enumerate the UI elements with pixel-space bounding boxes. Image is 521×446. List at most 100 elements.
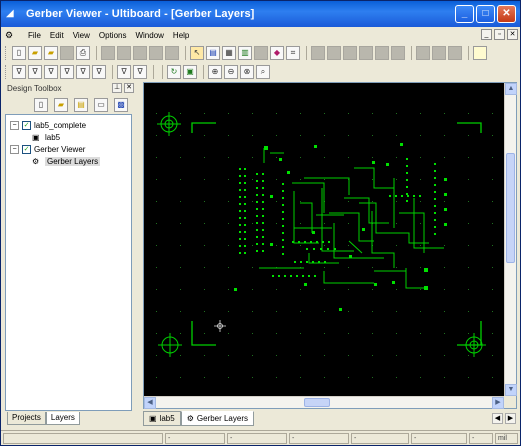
filter-pads-icon[interactable]: ∇ [28, 65, 42, 79]
align-icon[interactable] [416, 46, 430, 60]
filter-vias-icon[interactable]: ∇ [44, 65, 58, 79]
zoom-out-icon[interactable]: ⊖ [224, 65, 238, 79]
select-pointer-icon[interactable]: ↖ [190, 46, 204, 60]
align-icon[interactable] [327, 46, 341, 60]
filter-traces-icon[interactable]: ∇ [60, 65, 74, 79]
open-folder-icon[interactable]: ▰ [28, 46, 42, 60]
menu-options[interactable]: Options [99, 31, 127, 40]
document-tabs: ▣ lab5 ⚙ Gerber Layers [143, 411, 254, 426]
menu-edit[interactable]: Edit [50, 31, 64, 40]
properties-icon[interactable]: ▤ [74, 97, 88, 112]
frame-icon[interactable] [473, 46, 487, 60]
zoom-fit-icon[interactable]: ⊗ [240, 65, 254, 79]
menu-view[interactable]: View [73, 31, 90, 40]
export-icon[interactable]: ▩ [114, 97, 128, 112]
toolbox-close-button[interactable]: ✕ [124, 83, 134, 93]
tab-scroll-right-button[interactable]: ▶ [505, 413, 516, 424]
toolbar-grip[interactable] [5, 46, 8, 60]
refresh-icon[interactable]: ↻ [167, 65, 181, 79]
document-icon[interactable]: ⚙ [5, 29, 19, 41]
maximize-button[interactable]: □ [476, 5, 495, 23]
horizontal-scrollbar[interactable]: ◀ ▶ [144, 396, 504, 409]
minimize-button[interactable]: _ [455, 5, 474, 23]
app-window: ◢ Gerber Viewer - Ultiboard - [Gerber La… [0, 0, 521, 446]
open-design-icon[interactable]: ▰ [54, 97, 68, 112]
filter-copper-icon[interactable]: ∇ [76, 65, 90, 79]
align-icon[interactable] [359, 46, 373, 60]
toolbar-grip[interactable] [5, 65, 8, 79]
tab-layers[interactable]: Layers [45, 412, 80, 425]
tool-icon[interactable] [254, 46, 268, 60]
gerber-canvas-frame: ▲ ▼ ◀ ▶ [143, 82, 517, 409]
scroll-left-button[interactable]: ◀ [144, 397, 156, 409]
new-design-icon[interactable]: ▯ [34, 97, 48, 112]
tree-node-lab5[interactable]: ▣ lab5 [32, 131, 60, 143]
toolbox-pin-button[interactable]: ⊥ [112, 83, 122, 93]
tree-node-lab5-complete[interactable]: − ✓ lab5_complete [10, 119, 86, 131]
open-folder-icon[interactable]: ▰ [44, 46, 58, 60]
align-icon[interactable] [311, 46, 325, 60]
menu-file[interactable]: File [28, 31, 41, 40]
align-icon[interactable] [375, 46, 389, 60]
status-units: mil [495, 433, 518, 444]
component-icon[interactable]: ▥ [238, 46, 252, 60]
doc-tab-lab5[interactable]: ▣ lab5 [143, 411, 181, 426]
align-icon[interactable] [448, 46, 462, 60]
checkbox-checked-icon[interactable]: ✓ [22, 144, 31, 154]
tab-projects[interactable]: Projects [7, 412, 46, 425]
paste-icon[interactable] [133, 46, 147, 60]
grid-icon[interactable]: ▦ [222, 46, 236, 60]
menu-bar: ⚙ File Edit View Options Window Help _ ▫… [1, 27, 520, 43]
align-icon[interactable] [391, 46, 405, 60]
zoom-in-icon[interactable]: ⊕ [208, 65, 222, 79]
filter-parts-icon[interactable]: ∇ [92, 65, 106, 79]
toolbar-separator [203, 65, 204, 79]
tree-node-label: lab5 [45, 132, 61, 142]
collapse-icon[interactable]: − [10, 144, 19, 154]
menu-help[interactable]: Help [173, 31, 189, 40]
mdi-minimize-button[interactable]: _ [481, 29, 492, 40]
tree-node-gerber-layers[interactable]: ⚙ Gerber Layers [32, 155, 101, 167]
align-icon[interactable] [343, 46, 357, 60]
menu-window[interactable]: Window [135, 31, 163, 40]
scroll-up-button[interactable]: ▲ [505, 83, 517, 95]
align-icon[interactable] [432, 46, 446, 60]
zoom-area-icon[interactable]: ⌕ [256, 65, 270, 79]
filter-text-icon[interactable]: ∇ [117, 65, 131, 79]
doc-tab-gerber-layers[interactable]: ⚙ Gerber Layers [180, 411, 254, 426]
layer-view-icon[interactable]: ▣ [183, 65, 197, 79]
status-cell: - [351, 433, 409, 444]
toolbar-separator [185, 46, 186, 60]
vertical-scroll-thumb[interactable] [506, 153, 515, 263]
tree-node-gerber-viewer[interactable]: − ✓ Gerber Viewer [10, 143, 85, 155]
main-toolbar: ▯ ▰ ▰ ⎙ ↖ ▤ ▦ ▥ ◆ ⌗ [1, 43, 520, 63]
net-icon[interactable]: ⌗ [286, 46, 300, 60]
gerber-canvas[interactable] [144, 83, 504, 396]
scroll-down-button[interactable]: ▼ [505, 384, 517, 396]
scrollbar-corner [504, 396, 516, 408]
scroll-right-button[interactable]: ▶ [492, 397, 504, 409]
delete-icon[interactable] [149, 46, 163, 60]
undo-icon[interactable] [165, 46, 179, 60]
collapse-icon[interactable]: − [10, 120, 19, 130]
toolbar-separator [411, 46, 412, 60]
mdi-restore-button[interactable]: ▫ [494, 29, 505, 40]
hierarchy-icon[interactable]: ▤ [206, 46, 220, 60]
new-window-icon[interactable]: ▭ [94, 97, 108, 112]
save-icon[interactable] [60, 46, 74, 60]
print-icon[interactable]: ⎙ [76, 46, 90, 60]
part-icon[interactable]: ◆ [270, 46, 284, 60]
title-bar[interactable]: ◢ Gerber Viewer - Ultiboard - [Gerber La… [1, 1, 520, 27]
tab-scroll-left-button[interactable]: ◀ [492, 413, 503, 424]
horizontal-scroll-thumb[interactable] [304, 398, 330, 407]
toolbar-separator [162, 65, 163, 79]
filter-shapes-icon[interactable]: ∇ [133, 65, 147, 79]
cut-icon[interactable] [101, 46, 115, 60]
close-button[interactable]: ✕ [497, 5, 516, 23]
filter-pins-icon[interactable]: ∇ [12, 65, 26, 79]
mdi-close-button[interactable]: ✕ [507, 29, 518, 40]
checkbox-checked-icon[interactable]: ✓ [22, 120, 31, 130]
new-file-icon[interactable]: ▯ [12, 46, 26, 60]
vertical-scrollbar[interactable]: ▲ ▼ [504, 83, 517, 396]
copy-icon[interactable] [117, 46, 131, 60]
